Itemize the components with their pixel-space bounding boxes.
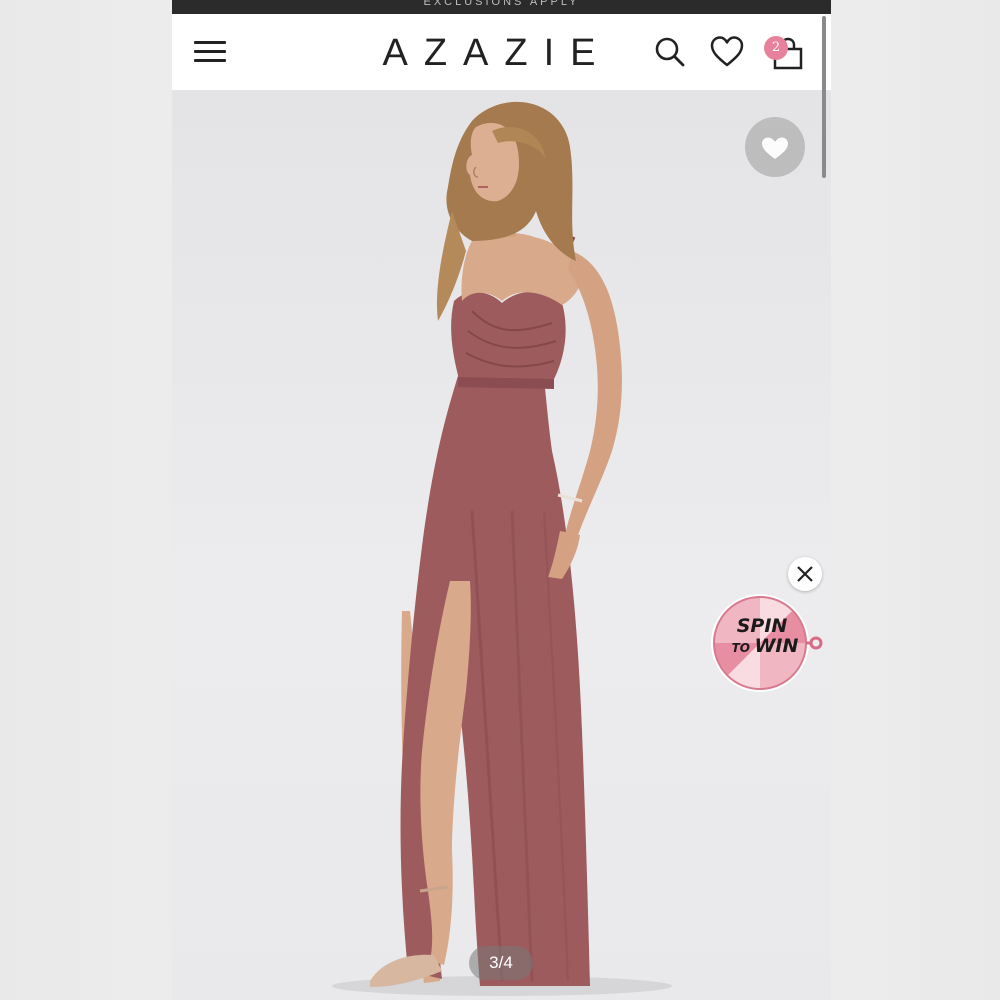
heart-filled-icon (762, 137, 788, 159)
heart-icon[interactable] (709, 34, 745, 70)
wishlist-heart-button[interactable] (745, 117, 805, 177)
product-photo (332, 101, 672, 996)
close-popup-button[interactable] (788, 557, 822, 591)
cart-count-badge: 2 (764, 36, 788, 60)
promo-bar: EXCLUSIONS APPLY (172, 0, 831, 14)
spin-to-win-button[interactable]: SPIN TO WIN (710, 593, 826, 697)
spin-label: SPIN (736, 615, 788, 637)
product-image-gallery[interactable]: SPIN TO WIN 3/4 (172, 91, 831, 1000)
promo-text: EXCLUSIONS APPLY (423, 0, 580, 8)
menu-icon[interactable] (192, 38, 228, 66)
win-label: WIN (754, 635, 799, 657)
to-label: TO (731, 641, 750, 655)
search-icon[interactable] (652, 34, 688, 70)
phone-screen: EXCLUSIONS APPLY AZAZIE 2 SPIN TO WIN 3/… (172, 0, 831, 1000)
to-win-label: TO WIN (720, 635, 810, 657)
close-icon (797, 566, 813, 582)
brand-logo[interactable]: AZAZIE (312, 32, 682, 75)
scrollbar[interactable] (822, 16, 826, 178)
site-header: AZAZIE 2 (172, 14, 831, 91)
page-indicator: 3/4 (469, 946, 533, 980)
